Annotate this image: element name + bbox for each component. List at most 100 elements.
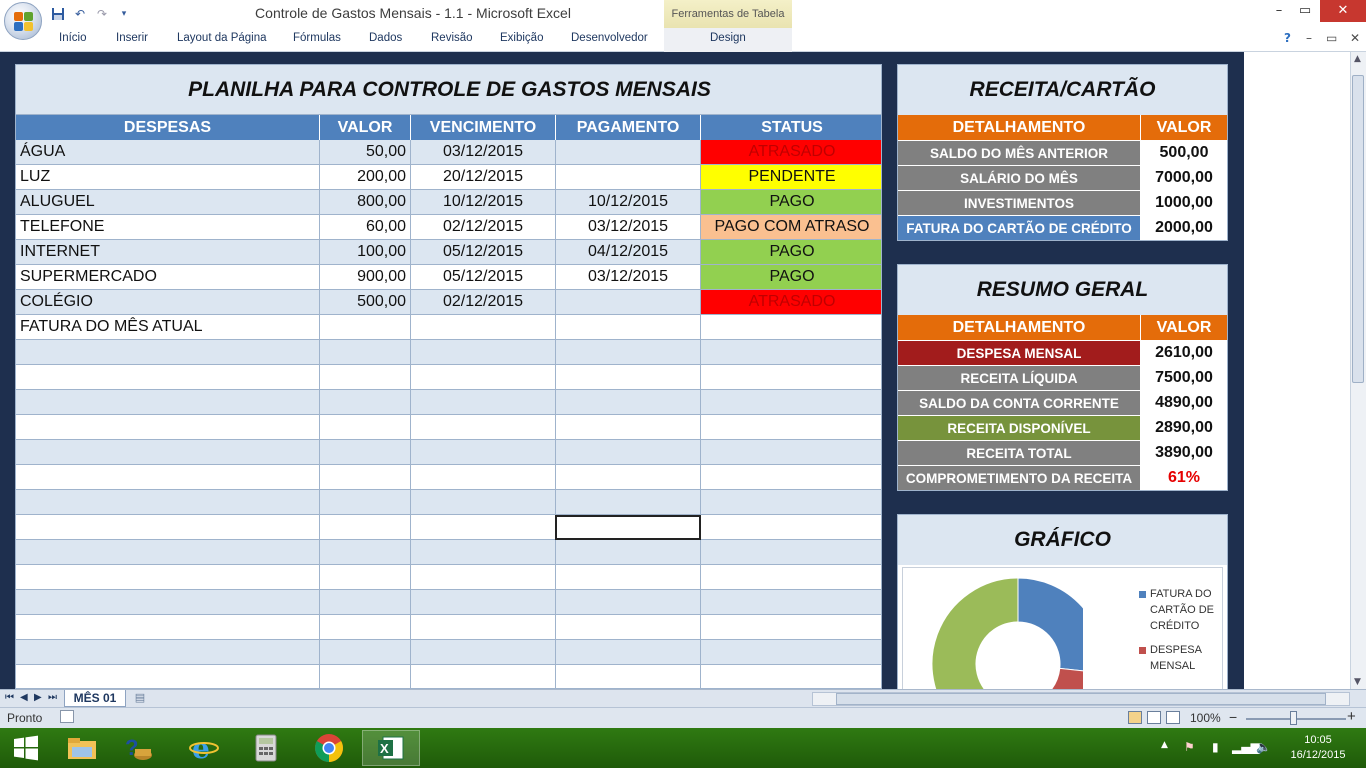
cell-vencimento[interactable]: 02/12/2015 xyxy=(411,290,556,314)
resumo-row-label[interactable]: RECEITA DISPONÍVEL xyxy=(898,416,1141,440)
volume-icon[interactable]: 🔈 xyxy=(1256,740,1271,754)
cell-despesa[interactable]: TELEFONE xyxy=(16,215,320,239)
prev-sheet-icon[interactable]: ◀ xyxy=(20,692,28,703)
cell-pagamento[interactable] xyxy=(556,315,701,339)
next-sheet-icon[interactable]: ▶ xyxy=(34,692,42,703)
cell-status[interactable] xyxy=(701,415,881,439)
cell-pagamento[interactable] xyxy=(556,565,701,589)
cell-status[interactable] xyxy=(701,315,881,339)
donut-slice-2[interactable] xyxy=(931,577,1019,689)
cell-pagamento[interactable] xyxy=(556,290,701,314)
first-sheet-icon[interactable]: ⏮ xyxy=(5,692,14,703)
doc-restore-button[interactable]: ▭ xyxy=(1326,31,1337,45)
donut-slice-0[interactable] xyxy=(1017,577,1083,673)
calculator-icon[interactable] xyxy=(240,730,292,766)
cell-status[interactable]: ATRASADO xyxy=(701,290,881,314)
cell-vencimento[interactable] xyxy=(411,565,556,589)
cell-despesa[interactable]: INTERNET xyxy=(16,240,320,264)
tab-layout-da-pagina[interactable]: Layout da Página xyxy=(177,32,267,44)
cell-vencimento[interactable] xyxy=(411,490,556,514)
resumo-row-value[interactable]: 4890,00 xyxy=(1141,391,1227,415)
cell-pagamento[interactable]: 10/12/2015 xyxy=(556,190,701,214)
start-button[interactable] xyxy=(0,730,52,766)
cell-vencimento[interactable]: 20/12/2015 xyxy=(411,165,556,189)
cell-despesa[interactable] xyxy=(16,340,320,364)
receita-row-label[interactable]: SALDO DO MÊS ANTERIOR xyxy=(898,141,1141,165)
cell-vencimento[interactable] xyxy=(411,615,556,639)
cell-valor[interactable]: 500,00 xyxy=(320,290,411,314)
cell-status[interactable] xyxy=(701,465,881,489)
resumo-row-label[interactable]: RECEITA TOTAL xyxy=(898,441,1141,465)
header-despesas[interactable]: DESPESAS xyxy=(16,115,320,140)
cell-status[interactable] xyxy=(701,665,881,688)
cell-valor[interactable] xyxy=(320,515,411,539)
cell-despesa[interactable] xyxy=(16,415,320,439)
receita-row-value[interactable]: 500,00 xyxy=(1141,141,1227,165)
resumo-row-value[interactable]: 3890,00 xyxy=(1141,441,1227,465)
cell-valor[interactable] xyxy=(320,565,411,589)
excel-taskbar-icon[interactable]: X xyxy=(362,730,420,766)
tab-revisao[interactable]: Revisão xyxy=(431,32,473,44)
cell-valor[interactable] xyxy=(320,415,411,439)
cell-vencimento[interactable] xyxy=(411,340,556,364)
cell-vencimento[interactable]: 03/12/2015 xyxy=(411,140,556,164)
tab-design[interactable]: Design xyxy=(710,32,746,44)
cell-vencimento[interactable] xyxy=(411,665,556,688)
scroll-up-icon[interactable]: ▲ xyxy=(1354,54,1361,64)
doc-minimize-button[interactable]: – xyxy=(1306,31,1312,45)
cell-despesa[interactable] xyxy=(16,440,320,464)
cell-despesa[interactable] xyxy=(16,590,320,614)
cell-valor[interactable] xyxy=(320,640,411,664)
cell-despesa[interactable] xyxy=(16,365,320,389)
cell-status[interactable]: PENDENTE xyxy=(701,165,881,189)
header-pagamento[interactable]: PAGAMENTO xyxy=(556,115,701,140)
cell-status[interactable] xyxy=(701,515,881,539)
cell-status[interactable]: PAGO xyxy=(701,265,881,289)
resumo-row-value[interactable]: 2890,00 xyxy=(1141,416,1227,440)
cell-vencimento[interactable] xyxy=(411,415,556,439)
resumo-row-label[interactable]: RECEITA LÍQUIDA xyxy=(898,366,1141,390)
doughnut-chart[interactable]: FATURA DO CARTÃO DE CRÉDITO DESPESA MENS… xyxy=(902,567,1223,689)
cell-valor[interactable] xyxy=(320,365,411,389)
cell-vencimento[interactable] xyxy=(411,440,556,464)
cell-pagamento[interactable] xyxy=(556,540,701,564)
cell-status[interactable] xyxy=(701,440,881,464)
show-hidden-icons[interactable]: ▲ xyxy=(1161,740,1168,750)
cell-pagamento[interactable] xyxy=(556,415,701,439)
header-status[interactable]: STATUS xyxy=(701,115,881,140)
cell-valor[interactable] xyxy=(320,390,411,414)
scroll-down-icon[interactable]: ▼ xyxy=(1354,677,1361,687)
cell-status[interactable]: PAGO xyxy=(701,240,881,264)
chrome-icon[interactable] xyxy=(303,730,355,766)
cell-despesa[interactable] xyxy=(16,640,320,664)
resumo-header-valor[interactable]: VALOR xyxy=(1141,315,1227,340)
cell-despesa[interactable] xyxy=(16,490,320,514)
cell-vencimento[interactable]: 02/12/2015 xyxy=(411,215,556,239)
cell-pagamento[interactable] xyxy=(556,440,701,464)
receita-row-value[interactable]: 7000,00 xyxy=(1141,166,1227,190)
cell-pagamento[interactable] xyxy=(556,365,701,389)
cell-despesa[interactable]: LUZ xyxy=(16,165,320,189)
cell-pagamento[interactable]: 04/12/2015 xyxy=(556,240,701,264)
cell-despesa[interactable]: SUPERMERCADO xyxy=(16,265,320,289)
cell-valor[interactable] xyxy=(320,440,411,464)
resumo-row-label[interactable]: SALDO DA CONTA CORRENTE xyxy=(898,391,1141,415)
cell-despesa[interactable] xyxy=(16,615,320,639)
cell-valor[interactable] xyxy=(320,540,411,564)
cell-status[interactable] xyxy=(701,390,881,414)
help-support-icon[interactable]: ? xyxy=(112,730,164,766)
file-explorer-icon[interactable] xyxy=(56,730,108,766)
cell-status[interactable]: PAGO COM ATRASO xyxy=(701,215,881,239)
cell-vencimento[interactable] xyxy=(411,590,556,614)
taskbar-clock[interactable]: 10:05 16/12/2015 xyxy=(1278,733,1358,763)
cell-pagamento[interactable]: 03/12/2015 xyxy=(556,215,701,239)
cell-valor[interactable]: 50,00 xyxy=(320,140,411,164)
tab-inserir[interactable]: Inserir xyxy=(116,32,148,44)
cell-status[interactable] xyxy=(701,615,881,639)
cell-despesa[interactable] xyxy=(16,390,320,414)
worksheet-empty-columns[interactable] xyxy=(1244,52,1350,689)
cell-status[interactable] xyxy=(701,565,881,589)
cell-valor[interactable] xyxy=(320,490,411,514)
internet-explorer-icon[interactable]: e xyxy=(178,730,230,766)
selected-cell[interactable] xyxy=(555,515,701,540)
